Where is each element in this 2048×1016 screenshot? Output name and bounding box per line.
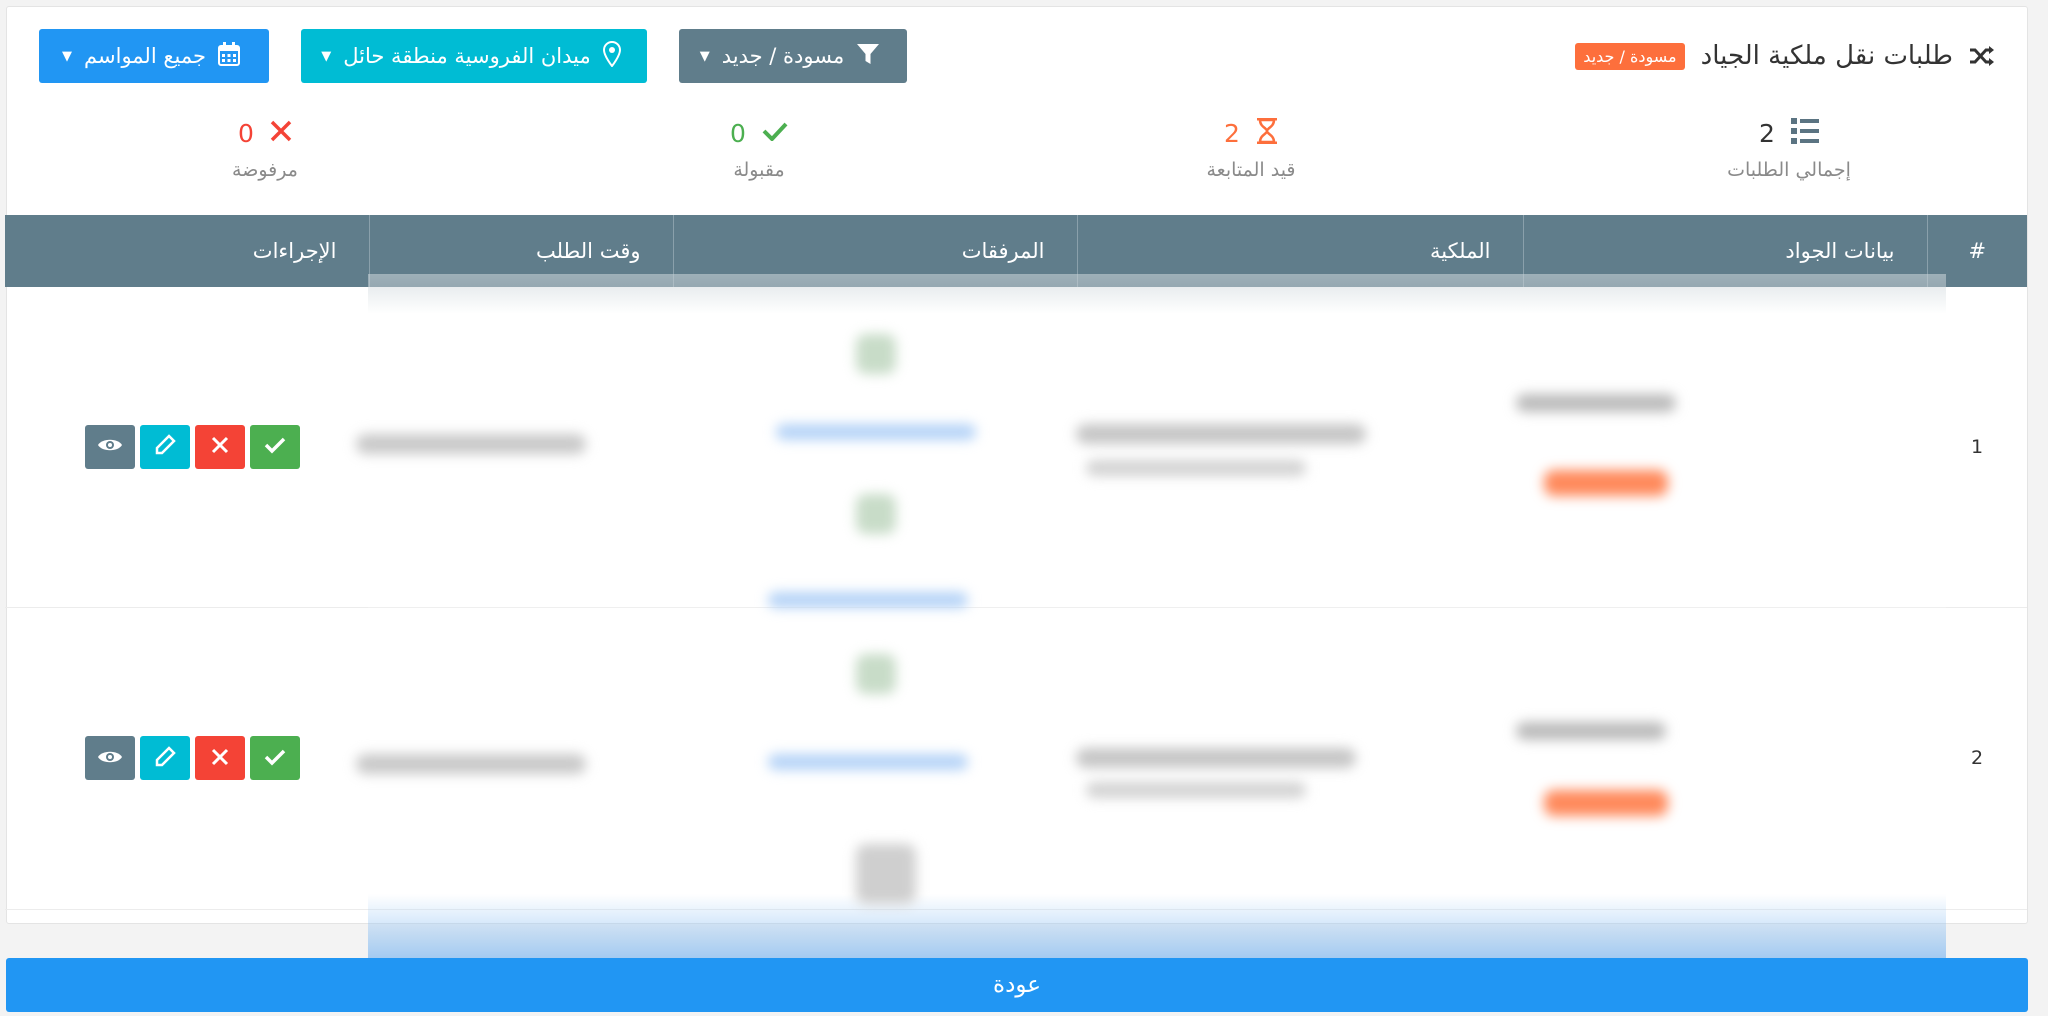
close-icon [270, 120, 292, 146]
accept-button[interactable] [250, 736, 300, 780]
check-icon [264, 436, 286, 457]
pencil-icon [154, 434, 176, 459]
close-icon [211, 748, 229, 769]
eye-icon [97, 748, 123, 769]
place-filter-label: ميدان الفروسية منطقة حائل [343, 44, 591, 68]
stat-pending-value: 2 [1224, 118, 1240, 148]
hourglass-icon [1256, 117, 1278, 148]
season-filter-button[interactable]: جميع المواسم ▼ [39, 29, 269, 83]
column-header-horse-data: بيانات الجواد [1522, 215, 1927, 287]
map-marker-icon [602, 40, 621, 72]
status-filter-label: مسودة / جديد [721, 44, 845, 68]
pencil-icon [154, 745, 176, 771]
stat-rejected-value: 0 [238, 118, 254, 148]
column-header-request-time: وقت الطلب [368, 215, 673, 287]
main-card: طلبات نقل ملكية الجياد مسودة / جديد جميع… [5, 6, 2028, 924]
column-header-actions: الإجراءات [5, 215, 369, 287]
status-badge: مسودة / جديد [1575, 42, 1685, 70]
title-group: طلبات نقل ملكية الجياد مسودة / جديد [1575, 29, 1995, 83]
row-number: 2 [1927, 607, 2027, 910]
ownership-cell [1077, 287, 1523, 608]
requests-table: # بيانات الجواد الملكية المرفقات وقت الط… [5, 215, 2027, 910]
check-icon [264, 748, 286, 769]
table-header-row: # بيانات الجواد الملكية المرفقات وقت الط… [5, 215, 2027, 287]
actions-cell [5, 287, 369, 608]
filter-bar: جميع المواسم ▼ ميدان الفروسية منطقة حائل… [39, 29, 907, 83]
calendar-icon [217, 41, 240, 71]
request-time-cell [369, 287, 673, 608]
header: طلبات نقل ملكية الجياد مسودة / جديد جميع… [39, 29, 1995, 83]
attachments-cell [673, 607, 1077, 910]
close-icon [211, 436, 229, 457]
chevron-down-icon: ▼ [699, 48, 710, 64]
check-icon [762, 121, 788, 145]
reject-button[interactable] [195, 736, 245, 780]
eye-icon [97, 436, 123, 457]
column-header-number: # [1926, 215, 2027, 287]
stat-total-value: 2 [1759, 118, 1775, 148]
reject-button[interactable] [195, 424, 245, 469]
place-filter-button[interactable]: ميدان الفروسية منطقة حائل ▼ [301, 29, 647, 83]
table-row: 2 [5, 607, 2027, 910]
edit-button[interactable] [140, 424, 190, 469]
column-header-ownership: الملكية [1076, 215, 1523, 287]
edit-button[interactable] [140, 736, 190, 780]
row-number: 1 [1927, 287, 2027, 608]
request-time-cell [369, 607, 673, 910]
stat-pending: 2 قيد المتابعة [1151, 115, 1351, 181]
horse-data-cell [1523, 607, 1927, 910]
stat-total: 2 إجمالي الطلبات [1689, 115, 1889, 181]
page-title: طلبات نقل ملكية الجياد [1700, 41, 1953, 71]
season-filter-label: جميع المواسم [84, 44, 206, 68]
stats-row: 2 إجمالي الطلبات 2 قيد المتابعة 0 مقبولة [7, 115, 2027, 195]
table-row: 1 [5, 287, 2027, 608]
stat-accepted: 0 مقبولة [659, 115, 859, 181]
stat-accepted-label: مقبولة [733, 159, 785, 181]
back-button[interactable]: عودة [6, 958, 2028, 1012]
horse-data-cell [1523, 287, 1927, 608]
actions-cell [5, 607, 369, 910]
attachments-cell [673, 287, 1077, 608]
shuffle-icon [1969, 45, 1995, 67]
stat-pending-label: قيد المتابعة [1206, 159, 1296, 181]
stat-rejected: 0 مرفوضة [165, 115, 365, 182]
status-filter-button[interactable]: مسودة / جديد ▼ [679, 29, 907, 83]
chevron-down-icon: ▼ [321, 48, 332, 64]
column-header-attachments: المرفقات [672, 215, 1077, 287]
chevron-down-icon: ▼ [62, 48, 73, 64]
accept-button[interactable] [250, 424, 300, 469]
stat-rejected-label: مرفوضة [232, 159, 298, 181]
stat-total-label: إجمالي الطلبات [1727, 159, 1851, 181]
filter-icon [856, 43, 880, 70]
ownership-cell [1077, 607, 1523, 910]
stat-accepted-value: 0 [730, 118, 746, 148]
view-button[interactable] [85, 736, 135, 780]
view-button[interactable] [85, 424, 135, 469]
list-icon [1790, 118, 1819, 148]
